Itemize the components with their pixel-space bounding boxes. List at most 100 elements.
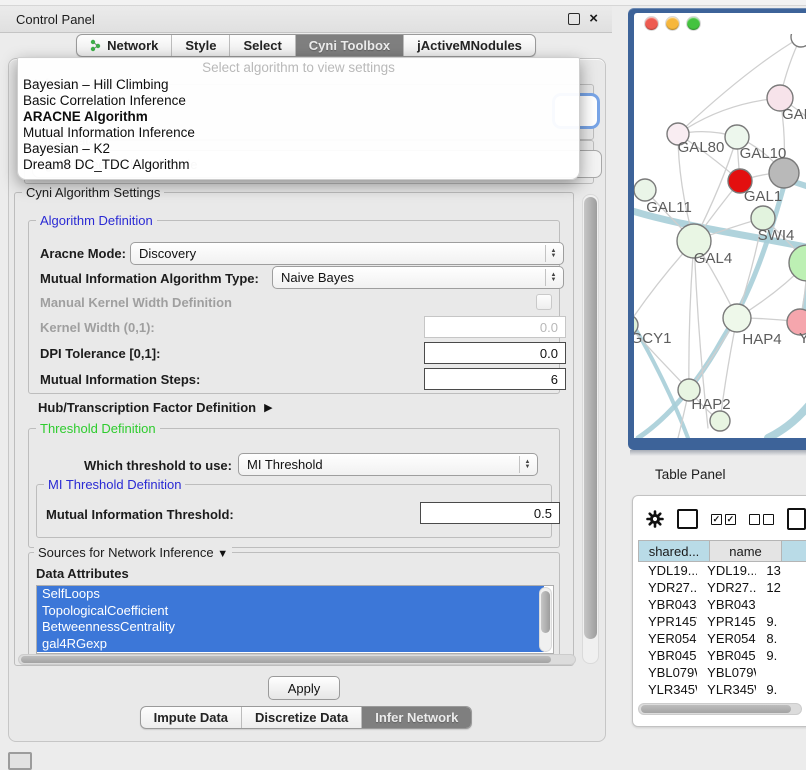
node-gal11[interactable]: [634, 179, 656, 201]
hub-definition-expander[interactable]: Hub/Transcription Factor Definition ▶: [38, 400, 273, 415]
table-body[interactable]: YDL19...YDL19...13YDR27...YDR27...12YBR0…: [638, 562, 806, 702]
attribute-item[interactable]: TopologicalCoefficient: [37, 603, 544, 620]
network-view[interactable]: GALGAL80GAL10GAL1GAL11SWI4GAL4GCY1HAP4YH…: [634, 34, 806, 438]
tab-infer-network[interactable]: Infer Network: [361, 707, 471, 728]
select-all-icon[interactable]: ✓✓: [711, 514, 736, 525]
tab-style[interactable]: Style: [171, 35, 229, 56]
table-cell[interactable]: YDR27...: [697, 580, 756, 595]
table-cell[interactable]: YER054C: [697, 631, 756, 646]
network-node[interactable]: [769, 158, 799, 188]
table-cell[interactable]: YLR345W: [638, 682, 697, 697]
table-cell[interactable]: YIL052C: [697, 699, 756, 702]
table-row[interactable]: YLR345WYLR345W9.: [638, 681, 806, 698]
node-label: GAL80: [678, 139, 725, 156]
network-node[interactable]: [710, 411, 730, 431]
table-row[interactable]: YIL052CYIL052C9.: [638, 698, 806, 702]
minimize-button[interactable]: [666, 17, 679, 30]
table-cell[interactable]: 9.: [756, 614, 806, 629]
algorithm-definition-label: Algorithm Definition: [36, 213, 157, 228]
network-node[interactable]: [789, 245, 806, 281]
attribute-item[interactable]: BetweennessCentrality: [37, 619, 544, 636]
table-row[interactable]: YPR145WYPR145W9.: [638, 613, 806, 630]
tab-network[interactable]: Network: [77, 35, 171, 56]
table-row[interactable]: YBL079WYBL079W: [638, 664, 806, 681]
close-panel-icon[interactable]: ×: [589, 14, 598, 24]
close-button[interactable]: [645, 17, 658, 30]
table-cell[interactable]: YIL052C: [638, 699, 697, 702]
settings-hscrollbar[interactable]: [18, 654, 576, 665]
table-cell[interactable]: YBL079W: [638, 665, 697, 680]
table-cell[interactable]: 9.: [756, 699, 806, 702]
table-hscrollbar-thumb[interactable]: [641, 705, 791, 713]
table-row[interactable]: YER054CYER054C8.: [638, 630, 806, 647]
table-cell[interactable]: 9.: [756, 648, 806, 663]
table-cell[interactable]: YER054C: [638, 631, 697, 646]
gear-icon[interactable]: [646, 510, 664, 528]
table-cell[interactable]: YBR045C: [697, 648, 756, 663]
settings-scrollbar-thumb[interactable]: [584, 197, 597, 639]
table-cell[interactable]: 13: [756, 563, 806, 578]
column-header-name[interactable]: name: [710, 540, 782, 562]
table-row[interactable]: YBR045CYBR045C9.: [638, 647, 806, 664]
aracne-mode-combo[interactable]: Discovery ▲▼: [130, 242, 564, 265]
split-columns-icon[interactable]: [677, 509, 698, 529]
table-cell[interactable]: 8.: [756, 631, 806, 646]
table-hscrollbar[interactable]: [638, 703, 802, 715]
deselect-all-icon[interactable]: [749, 514, 774, 525]
node-hap4[interactable]: [723, 304, 751, 332]
table-cell[interactable]: 9.: [756, 682, 806, 697]
table-cell[interactable]: YBR043C: [697, 597, 756, 612]
table-row[interactable]: YBR043CYBR043C: [638, 596, 806, 613]
popup-item-basic-correlation[interactable]: Basic Correlation Inference: [18, 93, 579, 109]
column-header-shared[interactable]: shared...: [638, 540, 710, 562]
table-cell[interactable]: YDL19...: [697, 563, 756, 578]
table-cell[interactable]: YDL19...: [638, 563, 697, 578]
tab-select[interactable]: Select: [229, 35, 294, 56]
new-document-icon[interactable]: [787, 508, 806, 530]
attributes-scrollbar[interactable]: [539, 587, 552, 652]
table-cell[interactable]: YLR345W: [697, 682, 756, 697]
table-row[interactable]: YDR27...YDR27...12: [638, 579, 806, 596]
data-attributes-list[interactable]: SelfLoopsTopologicalCoefficientBetweenne…: [36, 585, 554, 654]
table-cell[interactable]: 12: [756, 580, 806, 595]
popup-item-bayesian-k2[interactable]: Bayesian – K2: [18, 141, 579, 157]
tab-discretize-data[interactable]: Discretize Data: [241, 707, 361, 728]
popup-item-bayesian-hill-climbing[interactable]: Bayesian – Hill Climbing: [18, 77, 579, 93]
apply-button[interactable]: Apply: [268, 676, 340, 700]
table-cell[interactable]: YDR27...: [638, 580, 697, 595]
node-label: Y: [799, 330, 806, 347]
zoom-button[interactable]: [687, 17, 700, 30]
settings-scrollbar[interactable]: [582, 194, 599, 664]
float-panel-icon[interactable]: [568, 13, 580, 25]
tab-cyni-toolbox[interactable]: Cyni Toolbox: [295, 35, 403, 56]
tab-impute-data[interactable]: Impute Data: [141, 707, 241, 728]
mutual-info-threshold-field[interactable]: 0.5: [420, 502, 560, 524]
table-cell[interactable]: YBR045C: [638, 648, 697, 663]
popup-item-dream8[interactable]: Dream8 DC_TDC Algorithm: [18, 157, 579, 173]
settings-hscrollbar-thumb[interactable]: [21, 656, 551, 663]
attribute-item[interactable]: gal4RGexp: [37, 636, 544, 653]
column-header-partial[interactable]: [782, 540, 806, 562]
attributes-scrollbar-thumb[interactable]: [541, 591, 550, 633]
kernel-width-label: Kernel Width (0,1):: [40, 320, 155, 335]
popup-item-aracne[interactable]: ARACNE Algorithm: [18, 109, 579, 125]
collapsed-panel-icon[interactable]: [8, 752, 32, 770]
kernel-width-field[interactable]: 0.0: [424, 316, 566, 338]
manual-kernel-checkbox[interactable]: [536, 294, 552, 310]
table-row[interactable]: YDL19...YDL19...13: [638, 562, 806, 579]
sources-expander[interactable]: Sources for Network Inference ▼: [34, 545, 232, 560]
network-node[interactable]: [791, 34, 806, 47]
popup-item-mutual-information[interactable]: Mutual Information Inference: [18, 125, 579, 141]
table-cell[interactable]: YPR145W: [697, 614, 756, 629]
table-cell[interactable]: YPR145W: [638, 614, 697, 629]
network-window-titlebar[interactable]: [634, 13, 806, 34]
mi-algorithm-type-combo[interactable]: Naive Bayes ▲▼: [272, 266, 564, 289]
table-cell[interactable]: YBL079W: [697, 665, 756, 680]
mi-steps-field[interactable]: 6: [424, 368, 566, 390]
attribute-item[interactable]: SelfLoops: [37, 586, 544, 603]
table-cell[interactable]: YBR043C: [638, 597, 697, 612]
algorithm-dropdown-popup: Select algorithm to view settings Bayesi…: [17, 57, 580, 180]
which-threshold-combo[interactable]: MI Threshold ▲▼: [238, 453, 538, 476]
dpi-tolerance-field[interactable]: 0.0: [424, 342, 566, 364]
tab-jactivemnodules[interactable]: jActiveMNodules: [403, 35, 535, 56]
